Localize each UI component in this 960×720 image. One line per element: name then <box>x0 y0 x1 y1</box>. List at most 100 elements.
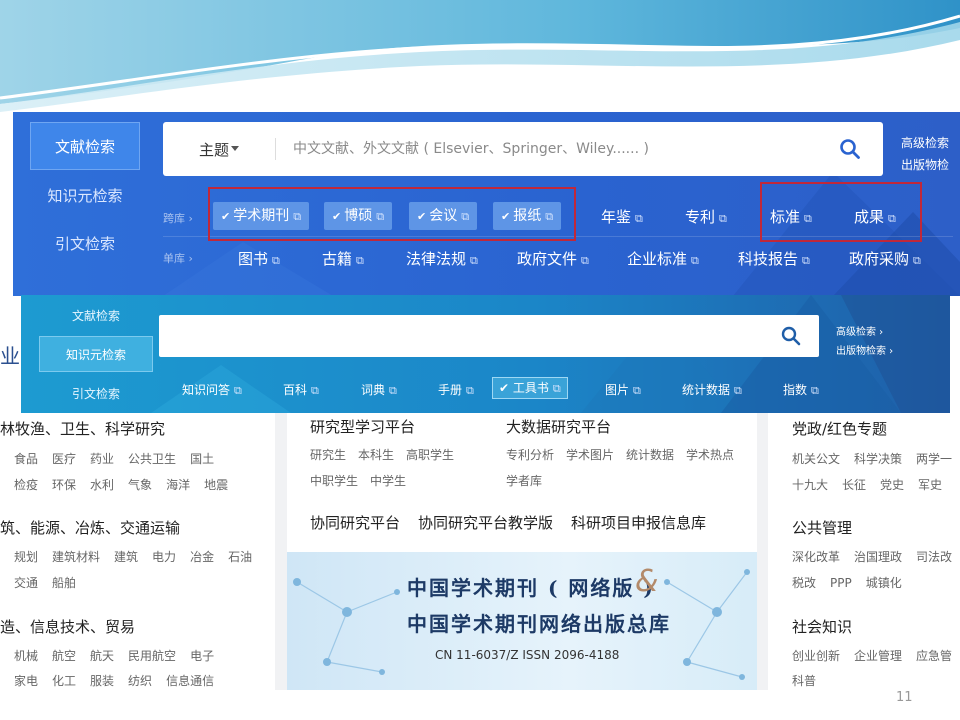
topic-link[interactable]: 两学一 <box>916 452 952 466</box>
topic-link[interactable]: 党史 <box>880 478 904 492</box>
platform-link[interactable]: 学术图片 <box>566 448 614 462</box>
category-link[interactable]: 电子 <box>190 649 214 663</box>
category-link[interactable]: 海洋 <box>166 478 190 492</box>
advanced-search-link[interactable]: 高级检索 › <box>836 323 883 338</box>
db-tag-laws[interactable]: 法律法规 ⧉ <box>406 248 478 269</box>
tab-literature-search[interactable]: 文献检索 <box>30 122 140 170</box>
db-tag-patents[interactable]: 专利 ⧉ <box>685 206 727 227</box>
tab-citation-search[interactable]: 引文检索 <box>30 220 140 268</box>
category-title[interactable]: 林牧渔、卫生、科学研究 <box>0 418 165 439</box>
topic-link[interactable]: 企业管理 <box>854 649 902 663</box>
category-link[interactable]: 航空 <box>52 649 76 663</box>
caret-down-icon[interactable] <box>231 146 239 151</box>
db-tag-gov-procurement[interactable]: 政府采购 ⧉ <box>849 248 921 269</box>
category-link[interactable]: 纺织 <box>128 674 152 688</box>
platform-link[interactable]: 中职学生 <box>310 474 358 488</box>
search-icon[interactable] <box>839 138 861 160</box>
category-link[interactable]: 化工 <box>52 674 76 688</box>
db-tag-ancient-books[interactable]: 古籍 ⧉ <box>322 248 364 269</box>
platform-link[interactable]: 学术热点 <box>686 448 734 462</box>
category-title[interactable]: 筑、能源、冶炼、交通运输 <box>0 517 180 538</box>
db-tag-gov-docs[interactable]: 政府文件 ⧉ <box>517 248 589 269</box>
tab-knowledge-search[interactable]: 知识元检索 <box>39 336 153 372</box>
topic-link[interactable]: 城镇化 <box>866 576 902 590</box>
topic-link[interactable]: 军史 <box>918 478 942 492</box>
category-link[interactable]: 交通 <box>14 576 38 590</box>
search-input[interactable] <box>169 315 769 357</box>
search-icon[interactable] <box>781 326 801 346</box>
category-link[interactable]: 水利 <box>90 478 114 492</box>
platform-link[interactable]: 专利分析 <box>506 448 554 462</box>
search-input[interactable] <box>293 122 813 176</box>
category-link[interactable]: 航天 <box>90 649 114 663</box>
topic-title[interactable]: 公共管理 <box>792 517 852 538</box>
topic-link[interactable]: 创业创新 <box>792 649 840 663</box>
knowledge-tag-images[interactable]: 图片 ⧉ <box>605 381 641 398</box>
platform-link[interactable]: 中学生 <box>370 474 406 488</box>
db-tag-enterprise-standards[interactable]: 企业标准 ⧉ <box>627 248 699 269</box>
topic-link[interactable]: PPP <box>830 576 852 590</box>
platform-link[interactable]: 学者库 <box>506 474 542 488</box>
category-link[interactable]: 环保 <box>52 478 76 492</box>
topic-link[interactable]: 十九大 <box>792 478 828 492</box>
category-link[interactable]: 建筑 <box>114 550 138 564</box>
category-link[interactable]: 家电 <box>14 674 38 688</box>
knowledge-tag-index[interactable]: 指数 ⧉ <box>783 381 819 398</box>
topic-link[interactable]: 应急管 <box>916 649 952 663</box>
category-link[interactable]: 石油 <box>228 550 252 564</box>
topic-title[interactable]: 社会知识 <box>792 616 852 637</box>
platform-link[interactable]: 协同研究平台教学版 <box>418 514 553 532</box>
db-tag-books[interactable]: 图书 ⧉ <box>238 248 280 269</box>
platform-link[interactable]: 本科生 <box>358 448 394 462</box>
knowledge-tag-handbook[interactable]: 手册 ⧉ <box>438 381 474 398</box>
tab-knowledge-search[interactable]: 知识元检索 <box>30 172 140 220</box>
knowledge-tag-statistics[interactable]: 统计数据 ⧉ <box>682 381 742 398</box>
topic-link[interactable]: 治国理政 <box>854 550 902 564</box>
topic-link[interactable]: 科学决策 <box>854 452 902 466</box>
category-link[interactable]: 建筑材料 <box>52 550 100 564</box>
topic-link[interactable]: 司法改 <box>916 550 952 564</box>
tab-literature-search[interactable]: 文献检索 <box>39 298 153 334</box>
topic-link[interactable]: 机关公文 <box>792 452 840 466</box>
category-link[interactable]: 信息通信 <box>166 674 214 688</box>
platform-link[interactable]: 统计数据 <box>626 448 674 462</box>
category-link[interactable]: 机械 <box>14 649 38 663</box>
advanced-search-link[interactable]: 高级检索 <box>901 134 949 151</box>
platform-link[interactable]: 协同研究平台 <box>310 514 400 532</box>
knowledge-tag-dictionary[interactable]: 词典 ⧉ <box>361 381 397 398</box>
category-title[interactable]: 造、信息技术、贸易 <box>0 616 135 637</box>
tab-citation-search[interactable]: 引文检索 <box>39 376 153 412</box>
knowledge-tag-qa[interactable]: 知识问答 ⧉ <box>182 381 242 398</box>
db-tag-yearbooks[interactable]: 年鉴 ⧉ <box>601 206 643 227</box>
category-link[interactable]: 地震 <box>204 478 228 492</box>
platform-link[interactable]: 高职学生 <box>406 448 454 462</box>
category-link[interactable]: 民用航空 <box>128 649 176 663</box>
platform-link[interactable]: 科研项目申报信息库 <box>571 514 706 532</box>
topic-link[interactable]: 科普 <box>792 674 816 688</box>
category-link[interactable]: 食品 <box>14 452 38 466</box>
category-link[interactable]: 电力 <box>152 550 176 564</box>
subject-dropdown[interactable]: 主题 <box>199 139 229 160</box>
category-link[interactable]: 服装 <box>90 674 114 688</box>
category-link[interactable]: 医疗 <box>52 452 76 466</box>
knowledge-tag-reference-books[interactable]: ✔ 工具书 ⧉ <box>492 377 568 399</box>
platform-link[interactable]: 研究生 <box>310 448 346 462</box>
topic-link[interactable]: 税改 <box>792 576 816 590</box>
platform-title[interactable]: 大数据研究平台 <box>506 416 611 437</box>
platform-title[interactable]: 研究型学习平台 <box>310 416 415 437</box>
category-link[interactable]: 船舶 <box>52 576 76 590</box>
category-link[interactable]: 国土 <box>190 452 214 466</box>
category-link[interactable]: 检疫 <box>14 478 38 492</box>
category-link[interactable]: 规划 <box>14 550 38 564</box>
topic-link[interactable]: 深化改革 <box>792 550 840 564</box>
topic-link[interactable]: 长征 <box>842 478 866 492</box>
knowledge-tag-encyclopedia[interactable]: 百科 ⧉ <box>283 381 319 398</box>
category-link[interactable]: 公共卫生 <box>128 452 176 466</box>
category-link[interactable]: 冶金 <box>190 550 214 564</box>
db-tag-tech-reports[interactable]: 科技报告 ⧉ <box>738 248 810 269</box>
topic-title[interactable]: 党政/红色专题 <box>792 418 887 439</box>
category-link[interactable]: 气象 <box>128 478 152 492</box>
publication-search-link[interactable]: 出版物检索 › <box>836 342 893 357</box>
category-link[interactable]: 药业 <box>90 452 114 466</box>
publication-search-link[interactable]: 出版物检 <box>901 156 949 173</box>
